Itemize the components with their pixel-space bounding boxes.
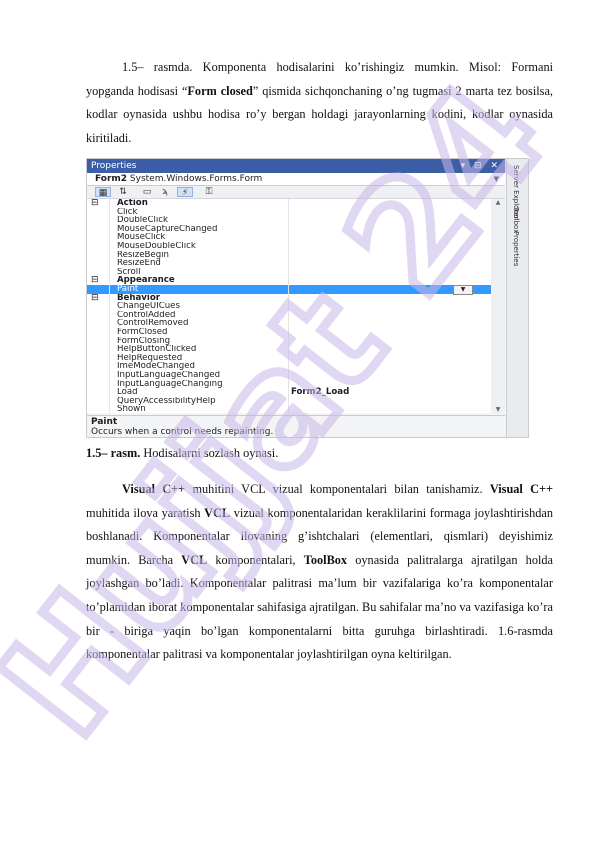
bold-term: VCL — [181, 552, 208, 567]
chevron-down-icon[interactable]: ▼ — [494, 173, 499, 185]
text-line: ” qismida sichqonchaning o’ng tugmasi — [252, 83, 452, 98]
alphabetical-icon[interactable]: ⇅ — [115, 187, 131, 197]
text-line: komponentalari, — [207, 552, 304, 567]
properties-title: Properties — [91, 161, 137, 171]
events-grid: ⊟ Action Click DoubleClick MouseCaptureChang… — [87, 199, 491, 414]
grid-column-divider — [288, 199, 289, 413]
events-lightning-icon[interactable]: ⚡ — [177, 187, 193, 198]
text-line: muhitida ilova yaratish — [86, 505, 205, 520]
bold-term: Visual — [489, 482, 523, 496]
description-text: Occurs when a control needs repainting. — [91, 427, 274, 437]
scroll-down-icon[interactable]: ▼ — [491, 406, 505, 413]
event-row[interactable]: Shown — [87, 405, 491, 414]
properties-icon[interactable]: ▭ — [139, 187, 155, 197]
categorized-icon[interactable]: ▦ — [95, 187, 111, 198]
text-line: oynasida — [347, 552, 399, 567]
text-line: muhitini VCL vizual komponentalari bilan… — [185, 482, 490, 496]
caption-label: 1.5– rasm. — [86, 446, 141, 460]
text-line: komponentalar joylashtirilgan oyna kelti… — [220, 647, 452, 662]
bold-term: VCL — [204, 505, 231, 520]
property-pages-icon[interactable]: ϡ — [157, 187, 173, 197]
wrench-icon[interactable]: ⚿ — [201, 187, 217, 197]
description-pane: Paint Occurs when a control needs repain… — [87, 415, 505, 437]
bold-term: Form closed — [187, 83, 253, 98]
object-name: Form2 — [95, 174, 128, 184]
text-line: vizual komponentalaridan keraklilarini f… — [230, 505, 471, 520]
grid-gutter — [109, 199, 110, 413]
object-selector[interactable]: Form2 System.Windows.Forms.Form ▼ — [87, 173, 505, 186]
properties-toolbar: ▦ ⇅ ▭ ϡ ⚡ ⚿ — [87, 186, 505, 199]
text-line: 1.5– rasmda. Komponenta hodisalarini ko’… — [122, 60, 502, 74]
description-title: Paint — [91, 417, 118, 427]
side-tab-strip: Server Explorer Toolbox Properties — [506, 159, 528, 437]
properties-titlebar: Properties ▾ ⊟ ✕ — [87, 159, 505, 173]
object-type: System.Windows.Forms.Form — [127, 174, 263, 184]
caption-text: Hodisalarni sozlash oynasi. — [140, 446, 279, 460]
properties-window-figure: Properties ▾ ⊟ ✕ Form2 System.Windows.Fo… — [86, 158, 529, 438]
figure-caption: 1.5– rasm. Hodisalarni sozlash oynasi. — [86, 444, 278, 462]
vertical-scrollbar[interactable]: ▲ ▼ — [491, 199, 505, 413]
paragraph-intro: 1.5– rasmda. Komponenta hodisalarini ko’… — [86, 56, 553, 150]
scroll-up-icon[interactable]: ▲ — [491, 199, 505, 206]
paragraph-vcl: Visual C++ muhitini VCL vizual komponent… — [86, 478, 553, 667]
bold-term: ToolBox — [303, 552, 348, 567]
window-controls[interactable]: ▾ ⊟ ✕ — [461, 159, 501, 173]
tab-toolbox[interactable]: Toolbox — [512, 207, 520, 233]
bold-term: C++ — [530, 482, 554, 496]
event-name: Shown — [117, 405, 146, 415]
bold-term: Visual C++ — [122, 482, 186, 496]
tab-properties[interactable]: Properties — [512, 231, 520, 266]
